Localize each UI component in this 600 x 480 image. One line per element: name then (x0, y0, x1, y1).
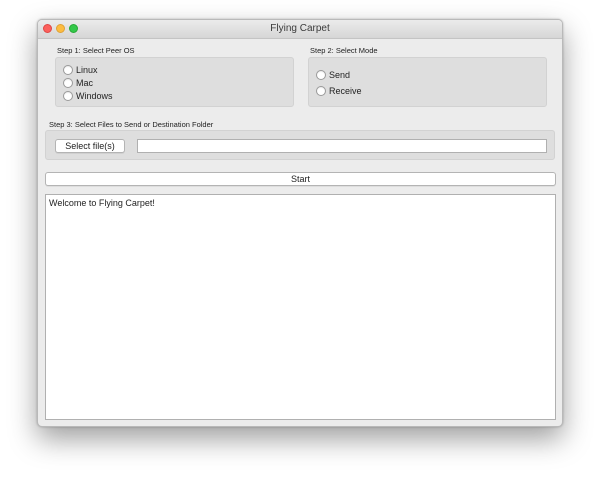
window-title: Flying Carpet (270, 23, 330, 34)
title-bar[interactable]: Flying Carpet (38, 20, 562, 39)
output-log[interactable]: Welcome to Flying Carpet! (45, 194, 556, 420)
radio-button-circle[interactable] (316, 86, 326, 96)
radio-receive[interactable]: Receive (316, 86, 362, 96)
radio-label: Receive (329, 86, 362, 96)
radio-label: Linux (76, 65, 98, 75)
radio-label: Send (329, 70, 351, 80)
mode-group: Send Receive (308, 57, 547, 107)
step3-label: Step 3: Select Files to Send or Destinat… (49, 120, 214, 129)
file-path-field[interactable] (137, 139, 547, 153)
radio-label: Windows (76, 91, 113, 101)
radio-button-circle[interactable] (63, 78, 73, 88)
radio-label: Mac (76, 78, 94, 88)
radio-send[interactable]: Send (316, 70, 350, 80)
app-window: Flying Carpet Step 1: Select Peer OS Lin… (37, 19, 563, 427)
radio-button-circle[interactable] (63, 91, 73, 101)
select-files-button[interactable]: Select file(s) (55, 139, 125, 153)
radio-button-circle[interactable] (63, 65, 73, 75)
files-group: Select file(s) (45, 130, 555, 160)
step1-label: Step 1: Select Peer OS (57, 46, 135, 55)
peer-os-group: Linux Mac Windows (55, 57, 294, 107)
radio-button-circle[interactable] (316, 70, 326, 80)
radio-mac[interactable]: Mac (63, 78, 93, 88)
radio-windows[interactable]: Windows (63, 91, 113, 101)
step2-label: Step 2: Select Mode (310, 46, 378, 55)
radio-linux[interactable]: Linux (63, 65, 98, 75)
start-button[interactable]: Start (45, 172, 556, 186)
